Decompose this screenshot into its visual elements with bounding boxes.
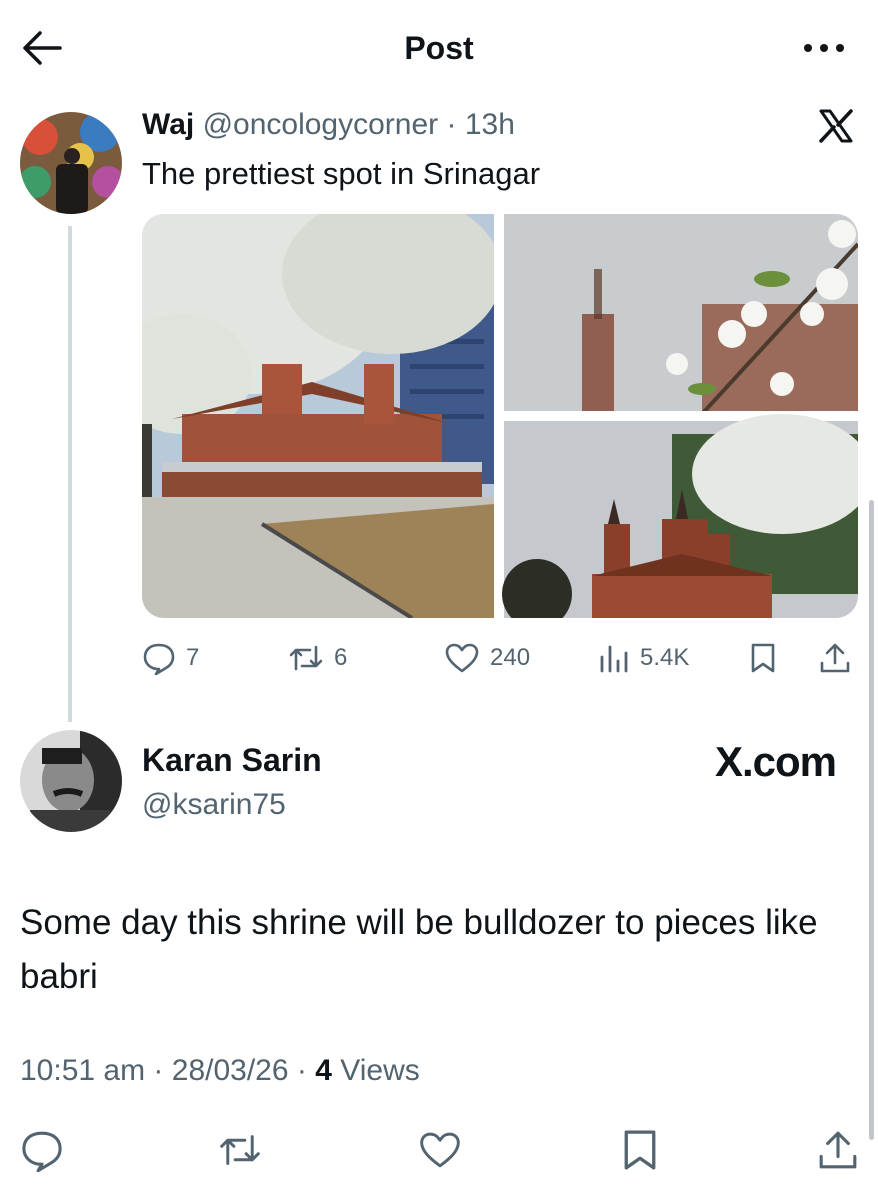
like-button[interactable]: 240 bbox=[444, 638, 530, 678]
more-icon bbox=[804, 44, 844, 52]
x-logo-icon bbox=[818, 108, 854, 144]
timestamp-separator: · bbox=[145, 1054, 172, 1087]
quoted-tweet-actions: 7 6 240 5.4K bbox=[142, 638, 858, 678]
quoted-tweet-header: Waj @oncologycorner · 13h bbox=[142, 108, 515, 142]
page-title: Post bbox=[404, 30, 474, 66]
quoted-author-name[interactable]: Waj bbox=[142, 108, 194, 141]
bookmark-button-main[interactable] bbox=[618, 1128, 662, 1172]
views-count: 4 bbox=[315, 1054, 332, 1087]
bookmark-icon bbox=[624, 1130, 656, 1170]
tweet-timestamp: 10:51 am · 28/03/26 · 4 Views bbox=[20, 1054, 420, 1088]
bookmark-icon bbox=[751, 643, 775, 673]
repost-icon bbox=[289, 645, 323, 671]
views-button[interactable]: 5.4K bbox=[598, 638, 689, 678]
reply-icon bbox=[143, 643, 175, 675]
reply-button-main[interactable] bbox=[20, 1128, 64, 1172]
tweet-date[interactable]: 28/03/26 bbox=[172, 1054, 289, 1087]
heart-icon bbox=[445, 643, 479, 673]
tweet-actions bbox=[20, 1128, 860, 1172]
meta-separator: · bbox=[438, 108, 465, 141]
author-handle[interactable]: @ksarin75 bbox=[142, 788, 286, 822]
repost-button-main[interactable] bbox=[218, 1128, 262, 1172]
repost-button[interactable]: 6 bbox=[288, 638, 347, 678]
share-button[interactable] bbox=[818, 638, 852, 678]
repost-count: 6 bbox=[334, 644, 348, 671]
view-count: 5.4K bbox=[640, 644, 690, 671]
scrollbar[interactable] bbox=[869, 500, 874, 1140]
media-photo-mosque-blossoms[interactable] bbox=[142, 214, 502, 618]
author-name[interactable]: Karan Sarin bbox=[142, 742, 322, 779]
views-label: Views bbox=[340, 1054, 420, 1087]
quoted-author-avatar[interactable] bbox=[20, 112, 122, 214]
bookmark-button[interactable] bbox=[748, 638, 778, 678]
reply-count: 7 bbox=[186, 644, 200, 671]
brand-watermark: X.com bbox=[714, 738, 837, 785]
heart-icon bbox=[420, 1132, 460, 1168]
reply-button[interactable]: 7 bbox=[142, 638, 199, 678]
analytics-icon bbox=[600, 645, 628, 673]
media-grid bbox=[142, 214, 858, 618]
like-count: 240 bbox=[490, 644, 531, 671]
media-photo-blossom-closeup[interactable] bbox=[504, 214, 858, 416]
quoted-author-handle[interactable]: @oncologycorner bbox=[203, 108, 439, 141]
timestamp-separator-2: · bbox=[288, 1054, 316, 1087]
share-icon bbox=[819, 1131, 857, 1169]
quoted-tweet-text: The prettiest spot in Srinagar bbox=[142, 156, 541, 191]
tweet-text: Some day this shrine will be bulldozer t… bbox=[20, 903, 818, 996]
media-photo-mosque-spires[interactable] bbox=[502, 414, 858, 618]
more-options-button[interactable] bbox=[800, 36, 848, 60]
thread-line bbox=[68, 226, 72, 722]
reply-icon bbox=[22, 1131, 62, 1172]
repost-icon bbox=[220, 1135, 260, 1165]
author-avatar[interactable] bbox=[20, 730, 122, 832]
quoted-tweet-time[interactable]: 13h bbox=[465, 108, 515, 141]
share-icon bbox=[820, 643, 850, 673]
tweet-time[interactable]: 10:51 am bbox=[20, 1054, 145, 1087]
share-button-main[interactable] bbox=[816, 1128, 860, 1172]
like-button-main[interactable] bbox=[418, 1128, 462, 1172]
